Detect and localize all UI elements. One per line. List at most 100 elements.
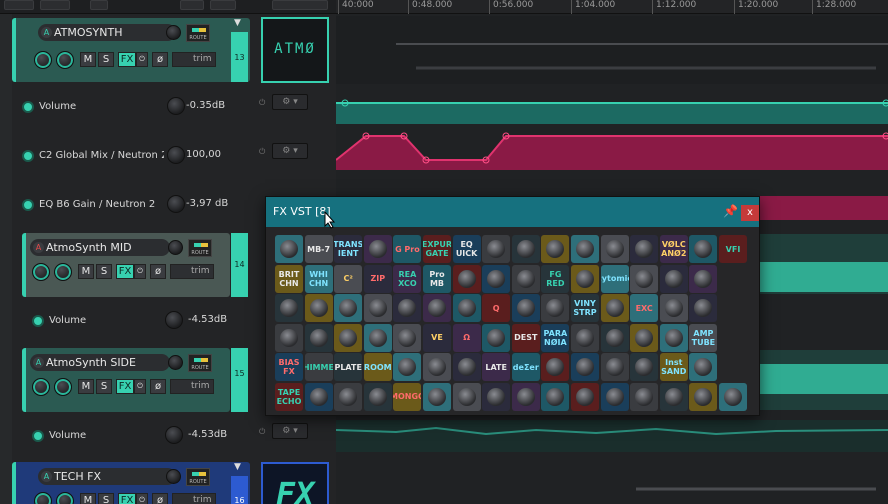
plugin-icon[interactable] — [482, 382, 511, 411]
plugin-icon[interactable]: EQ UICK — [452, 235, 481, 263]
envelope-active-toggle[interactable] — [32, 430, 44, 442]
envelope-eq-b6-gain[interactable]: EQ B6 Gain / Neutron 2 -3,97 dB — [12, 184, 250, 230]
plugin-icon[interactable]: VE — [423, 323, 451, 352]
fx-bypass-button[interactable]: ⏻ — [136, 493, 148, 504]
plugin-icon[interactable]: ZIP — [363, 264, 392, 293]
solo-button[interactable]: S — [98, 52, 114, 67]
record-arm-button[interactable]: A — [41, 471, 52, 482]
mute-button[interactable]: M — [80, 493, 96, 504]
track-atmosynth-side[interactable]: A AtmoSynth SIDE ROUTE M S FX ⏻ ø trim — [22, 348, 230, 412]
solo-button[interactable]: S — [98, 493, 114, 504]
plugin-icon[interactable]: PARA NØIA — [541, 323, 570, 352]
plugin-icon[interactable] — [689, 353, 718, 381]
plugin-icon[interactable]: BRIT CHN — [275, 264, 303, 293]
envelope-volume[interactable]: Volume -0.35dB — [12, 86, 250, 132]
toolbar-button[interactable] — [40, 0, 70, 10]
plugin-icon[interactable] — [423, 294, 451, 322]
plugin-icon[interactable] — [659, 294, 688, 322]
plugin-icon[interactable] — [393, 323, 422, 352]
plugin-icon[interactable]: G Pro — [393, 235, 422, 263]
width-knob[interactable] — [56, 492, 74, 504]
pan-knob[interactable] — [32, 263, 50, 281]
fx-window-titlebar[interactable]: FX VST [8] 📌 x — [266, 197, 759, 227]
close-button[interactable]: x — [741, 205, 759, 221]
toolbar-button[interactable] — [180, 0, 204, 10]
record-arm-button[interactable]: A — [33, 242, 44, 253]
collapse-arrow-icon[interactable]: ▼ — [234, 18, 241, 28]
plugin-icon[interactable]: Pro MB — [423, 264, 451, 293]
plugin-icon[interactable] — [571, 235, 599, 263]
plugin-icon[interactable] — [630, 264, 659, 293]
search-icon[interactable] — [90, 0, 108, 10]
automation-mode-button[interactable]: trim — [172, 52, 216, 67]
volume-knob[interactable] — [166, 469, 181, 484]
fx-button[interactable]: FX — [116, 264, 134, 279]
track-atmosynth-mid[interactable]: A AtmoSynth MID ROUTE M S FX ⏻ ø trim — [22, 233, 230, 297]
envelope-active-toggle[interactable] — [22, 199, 34, 211]
phase-button[interactable]: ø — [150, 379, 166, 394]
plugin-icon[interactable]: Q — [482, 294, 511, 322]
volume-knob[interactable] — [168, 240, 183, 255]
plugin-icon[interactable]: VFI — [719, 235, 747, 263]
toolbar-button[interactable] — [210, 0, 236, 10]
plugin-icon[interactable]: EXC — [630, 294, 659, 322]
envelope-c2-global-mix[interactable]: C2 Global Mix / Neutron 2 100,00 — [12, 135, 250, 181]
fx-button[interactable]: FX — [116, 379, 134, 394]
envelope-knob[interactable] — [167, 97, 185, 115]
plugin-icon[interactable] — [334, 294, 363, 322]
plugin-icon[interactable] — [541, 353, 570, 381]
plugin-icon[interactable] — [482, 235, 511, 263]
plugin-icon[interactable] — [689, 382, 718, 411]
plugin-icon[interactable] — [304, 323, 333, 352]
fx-bypass-button[interactable]: ⏻ — [136, 52, 148, 67]
track-name-field[interactable]: A AtmoSynth MID — [30, 239, 170, 256]
plugin-icon[interactable] — [482, 264, 511, 293]
record-arm-button[interactable]: A — [33, 357, 44, 368]
plugin-icon[interactable] — [452, 382, 481, 411]
fx-button[interactable]: FX — [118, 493, 136, 504]
mute-button[interactable]: M — [78, 379, 94, 394]
volume-knob[interactable] — [168, 355, 183, 370]
envelope-volume-side[interactable]: Volume -4.53dB — [22, 415, 260, 461]
envelope-volume-mid[interactable]: Volume -4.53dB — [22, 300, 260, 346]
volume-knob[interactable] — [166, 25, 181, 40]
plugin-icon[interactable] — [630, 353, 659, 381]
plugin-icon[interactable] — [511, 294, 540, 322]
plugin-icon[interactable] — [541, 235, 570, 263]
record-arm-button[interactable]: A — [41, 27, 52, 38]
plugin-icon[interactable]: MONGO — [393, 382, 422, 411]
plugin-icon[interactable]: SHIMMER — [304, 353, 333, 381]
plugin-icon[interactable] — [393, 353, 422, 381]
envelope-knob[interactable] — [167, 146, 185, 164]
plugin-icon[interactable] — [600, 353, 629, 381]
plugin-icon[interactable]: REA XCO — [393, 264, 422, 293]
solo-button[interactable]: S — [96, 264, 112, 279]
power-icon[interactable]: ⏻ — [259, 427, 265, 437]
pan-knob[interactable] — [34, 492, 52, 504]
plugin-icon[interactable] — [363, 382, 392, 411]
plugin-icon[interactable] — [452, 264, 481, 293]
plugin-icon[interactable] — [304, 382, 333, 411]
plugin-icon[interactable]: C² — [334, 264, 363, 293]
plugin-icon[interactable]: Inst SAND — [659, 353, 688, 381]
collapse-arrow-icon[interactable]: ▼ — [234, 462, 241, 472]
plugin-icon[interactable] — [571, 382, 599, 411]
fx-browser-window[interactable]: FX VST [8] 📌 x MB-7 TRANS IENT G Pro EXPUR … — [265, 196, 760, 416]
plugin-icon[interactable]: BIAS FX — [275, 353, 303, 381]
track-tech-fx[interactable]: A TECH FX ROUTE M S FX ⏻ ø trim — [12, 462, 250, 504]
plugin-icon[interactable] — [600, 235, 629, 263]
plugin-icon[interactable]: ROOM — [363, 353, 392, 381]
plugin-icon[interactable] — [541, 382, 570, 411]
phase-button[interactable]: ø — [150, 264, 166, 279]
plugin-icon[interactable]: deΣer — [511, 353, 540, 381]
plugin-icon[interactable] — [630, 323, 659, 352]
pin-icon[interactable]: 📌 — [723, 204, 738, 218]
plugin-icon[interactable] — [600, 294, 629, 322]
plugin-icon[interactable] — [363, 323, 392, 352]
plugin-icon[interactable] — [452, 294, 481, 322]
automation-mode-button[interactable]: trim — [170, 264, 214, 279]
plugin-icon[interactable]: DEST — [511, 323, 540, 352]
plugin-icon[interactable]: FG RED — [541, 264, 570, 293]
plugin-icon[interactable] — [334, 323, 363, 352]
plugin-icon[interactable] — [571, 353, 599, 381]
